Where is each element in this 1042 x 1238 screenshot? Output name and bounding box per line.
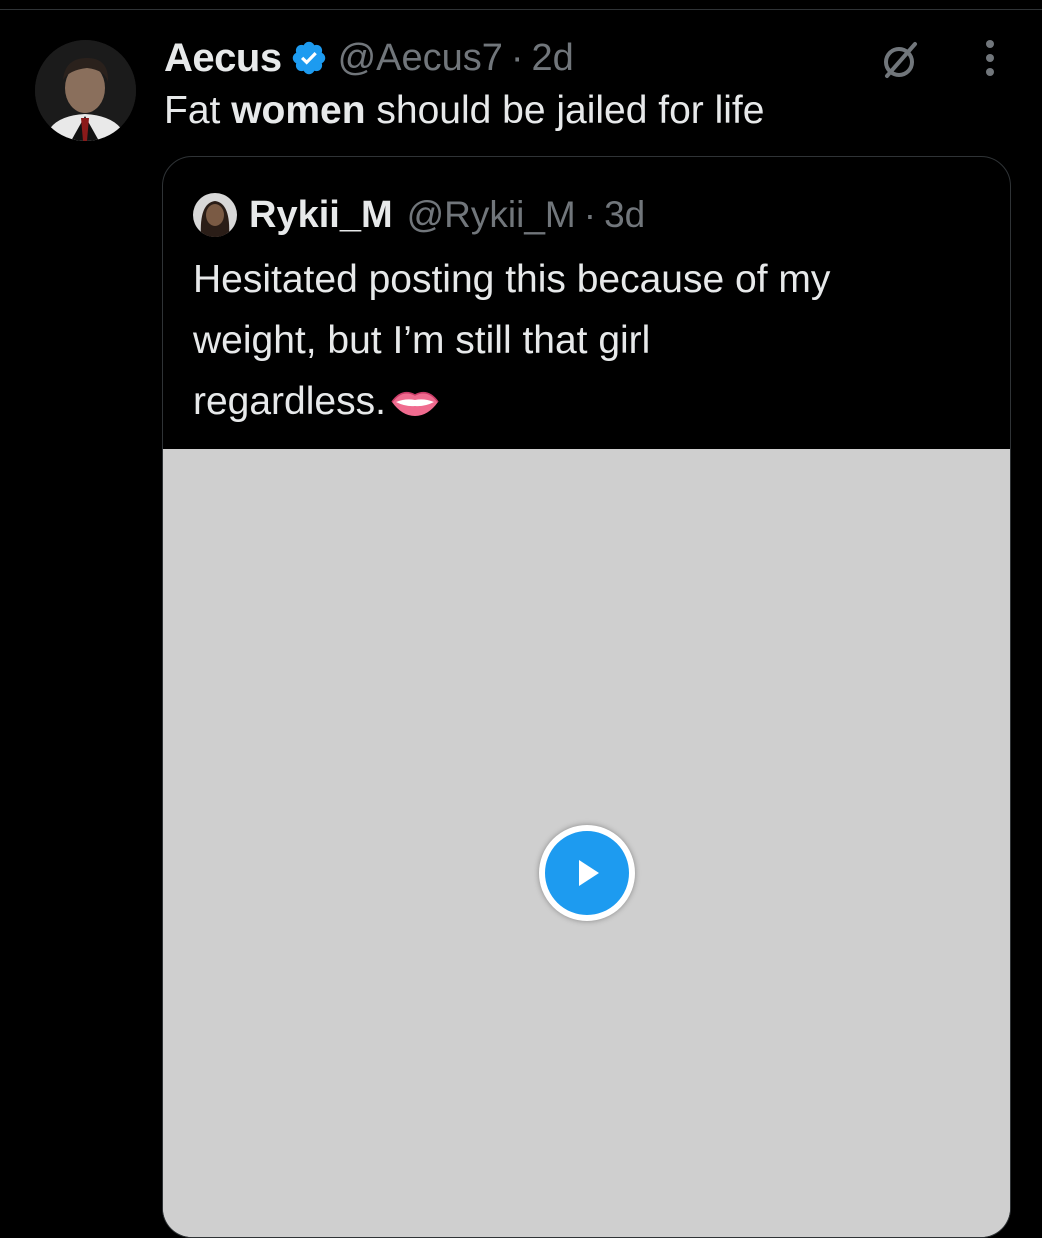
quoted-text-line-end: regardless. [193, 380, 386, 423]
top-divider [0, 0, 1042, 10]
quoted-author-display-name[interactable]: Rykii_M [249, 194, 393, 237]
separator-dot: · [510, 36, 524, 79]
tweet-text-bold: women [231, 89, 366, 132]
quoted-author-avatar [193, 193, 237, 237]
quoted-text-line: weight, but I’m still that girl [193, 319, 651, 362]
quoted-text-line: regardless. [193, 371, 993, 436]
verified-badge-icon [290, 39, 328, 77]
play-triangle-icon [579, 860, 599, 886]
quoted-tweet-header: Rykii_M @Rykii_M · 3d [193, 187, 645, 243]
grok-icon[interactable] [877, 36, 925, 84]
author-display-name[interactable]: Aecus [164, 36, 282, 81]
more-vertical-icon[interactable] [970, 34, 1010, 82]
tweet-timestamp[interactable]: 2d [532, 37, 574, 80]
portrait-avatar-icon [193, 193, 237, 237]
quoted-author-handle[interactable]: @Rykii_M [407, 194, 576, 236]
quoted-text-line: Hesitated posting this because of my [193, 258, 831, 301]
tweet-header: Aecus @Aecus7 · 2d [164, 30, 574, 86]
lips-emoji-icon [390, 375, 440, 436]
quoted-tweet-card[interactable]: Rykii_M @Rykii_M · 3d Hesitated posting … [162, 156, 1011, 1238]
portrait-avatar-icon [35, 40, 136, 141]
tweet-text-after: should be jailed for life [365, 89, 765, 132]
tweet-text: Fat women should be jailed for life [164, 84, 764, 138]
tweet-text-before: Fat [164, 89, 232, 132]
author-handle[interactable]: @Aecus7 [338, 37, 503, 80]
author-avatar[interactable] [35, 40, 136, 141]
play-icon[interactable] [539, 825, 635, 921]
quoted-tweet-text: Hesitated posting this because of my wei… [193, 249, 993, 436]
quoted-tweet-timestamp[interactable]: 3d [604, 194, 645, 236]
separator-dot: · [583, 194, 597, 235]
quoted-tweet-video[interactable] [163, 449, 1010, 1237]
